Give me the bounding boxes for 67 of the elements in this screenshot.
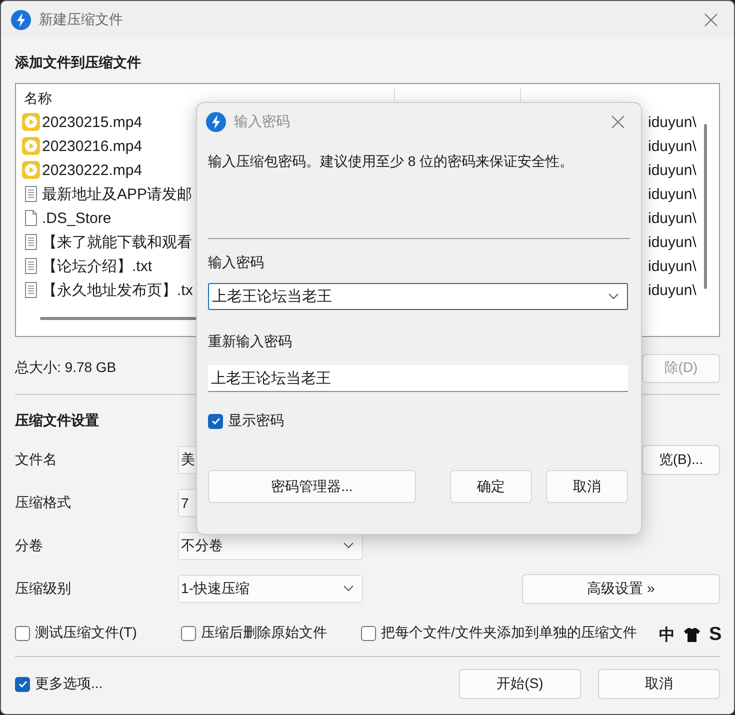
file-path: iduyun\ [648, 210, 696, 226]
file-name[interactable]: 【来了就能下载和观看 [42, 232, 192, 252]
checkbox-label: 显示密码 [228, 412, 284, 430]
dialog-message: 输入压缩包密码。建议使用至少 8 位的密码来保证安全性。 [208, 153, 575, 171]
file-name[interactable]: 【论坛介绍】.txt [42, 256, 152, 276]
file-name[interactable]: 20230222.mp4 [42, 162, 142, 178]
input-mode-indicator[interactable]: 中 [659, 624, 675, 646]
text-file-icon [22, 257, 40, 275]
checkbox[interactable] [208, 414, 223, 428]
file-icon [22, 209, 40, 227]
checkbox[interactable] [181, 626, 196, 640]
text-file-icon [22, 233, 40, 251]
file-name[interactable]: 20230216.mp4 [42, 138, 142, 154]
field-label: 重新输入密码 [208, 333, 293, 351]
video-file-icon [22, 137, 40, 155]
file-path: iduyun\ [648, 138, 696, 154]
file-path: iduyun\ [648, 258, 696, 274]
dialog-title: 输入密码 [234, 113, 291, 131]
text-file-icon [22, 185, 40, 203]
chevron-icon [343, 585, 354, 592]
checkbox-label: 压缩后删除原始文件 [201, 624, 327, 642]
file-path: iduyun\ [648, 282, 696, 298]
field-label: 文件名 [15, 450, 58, 468]
scrollbar[interactable] [704, 124, 707, 289]
total-size: 总大小: 9.78 GB [15, 359, 116, 377]
text-file-icon [22, 281, 40, 299]
password-manager-button[interactable]: 密码管理器... [208, 470, 416, 503]
cancel-button[interactable]: 取消 [598, 669, 720, 699]
file-path: iduyun\ [648, 186, 696, 202]
password-field[interactable]: 上老王论坛当老王 [208, 283, 628, 310]
field-label: 压缩格式 [15, 494, 72, 512]
video-file-icon [22, 113, 40, 131]
section-title: 压缩文件设置 [15, 412, 99, 430]
ok-button[interactable]: 确定 [450, 470, 532, 503]
file-name[interactable]: 20230215.mp4 [42, 114, 142, 130]
close-icon [611, 115, 625, 129]
browse-button[interactable]: 览(B)... [642, 444, 720, 474]
video-file-icon [22, 161, 40, 179]
field-label: 输入密码 [208, 254, 265, 272]
section-title: 添加文件到压缩文件 [15, 54, 141, 72]
field-label: 分卷 [15, 536, 44, 554]
checkbox-label: 更多选项... [35, 675, 103, 693]
start-button[interactable]: 开始(S) [459, 669, 581, 699]
checkbox-label: 把每个文件/文件夹添加到单独的压缩文件 [381, 624, 637, 642]
chevron-icon [608, 293, 619, 300]
file-path: iduyun\ [648, 234, 696, 250]
checkbox[interactable] [361, 626, 376, 640]
field-label: 压缩级别 [15, 580, 72, 598]
skin-button[interactable]: S [709, 624, 722, 646]
dropdown[interactable]: 1-快速压缩 [178, 574, 363, 602]
shirt-icon [683, 627, 701, 643]
chevron-icon [343, 542, 354, 549]
checkbox[interactable] [15, 626, 30, 640]
cancel-button[interactable]: 取消 [546, 470, 628, 503]
app-logo-icon [206, 112, 226, 132]
file-name[interactable]: 【永久地址发布页】.tx [42, 280, 193, 300]
checkbox-label: 测试压缩文件(T) [35, 624, 137, 642]
file-path: iduyun\ [648, 162, 696, 178]
advanced-settings-button[interactable]: 高级设置 » [522, 574, 720, 604]
close-icon [704, 12, 718, 26]
file-name[interactable]: 最新地址及APP请发邮 [42, 184, 192, 204]
file-path: iduyun\ [648, 114, 696, 130]
file-name[interactable]: .DS_Store [42, 210, 112, 226]
password-field[interactable]: 上老王论坛当老王 [208, 365, 628, 392]
checkbox[interactable] [15, 676, 30, 692]
window-title: 新建压缩文件 [39, 10, 124, 28]
app-logo-icon [11, 10, 31, 30]
